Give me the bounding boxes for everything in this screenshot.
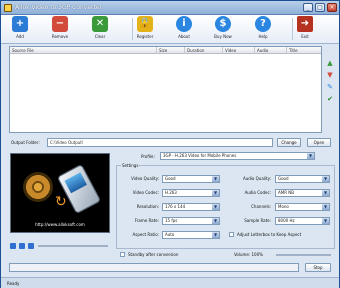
move-down-icon[interactable]: ▼	[326, 71, 334, 79]
standby-label: Standby after conversion	[128, 252, 179, 257]
chevron-down-icon: ▼	[212, 218, 219, 224]
standby-checkbox[interactable]	[120, 252, 125, 257]
column-source-file[interactable]: Source File	[10, 47, 157, 54]
register-button[interactable]: 🔒 Register	[132, 16, 156, 43]
options-row: Standby after conversion Volume: 100%	[116, 251, 335, 259]
column-title[interactable]: Title	[287, 47, 321, 54]
frame-rate-select[interactable]: 15 fps ▼	[162, 217, 220, 225]
clear-list-icon: ✕	[92, 16, 108, 32]
exit-button[interactable]: ➜ Exit	[292, 16, 316, 43]
chevron-down-icon: ▼	[212, 204, 219, 210]
website-url: http://www.alloksoft.com	[35, 222, 85, 227]
file-list[interactable]: Source File Size Duration Video Audio Ti…	[9, 46, 322, 133]
status-text: Ready	[7, 281, 20, 286]
add-button[interactable]: + Add	[9, 16, 31, 43]
audio-quality-label: Audio Quality:	[243, 176, 271, 181]
buy-icon: $	[215, 16, 231, 32]
clear-button[interactable]: ✕ Clear	[89, 16, 111, 43]
chevron-down-icon: ▼	[322, 176, 329, 182]
film-add-icon: +	[12, 16, 28, 32]
column-duration[interactable]: Duration	[185, 47, 223, 54]
audio-codec-label: Audio Codec:	[244, 190, 271, 195]
channels-label: Channels:	[251, 204, 271, 209]
keep-aspect-checkbox[interactable]	[229, 232, 234, 237]
audio-quality-select[interactable]: Good ▼	[275, 175, 330, 183]
film-reel-icon	[23, 172, 53, 202]
video-quality-label: Video Quality:	[131, 176, 159, 181]
stop-icon[interactable]	[28, 243, 34, 249]
settings-panel: Profile: 3GP - H.263 Video for Mobile Ph…	[116, 151, 335, 249]
help-icon: ?	[255, 16, 271, 32]
film-remove-icon: −	[52, 16, 68, 32]
progress-bar	[9, 263, 299, 272]
channels-select[interactable]: Mono ▼	[275, 203, 330, 211]
chevron-down-icon: ▼	[307, 153, 314, 159]
volume-slider[interactable]	[276, 254, 331, 256]
edit-icon[interactable]: ✎	[326, 83, 334, 91]
settings-caption: Settings	[121, 163, 140, 168]
toolbar: + Add − Remove ✕ Clear 🔒 Register i Abou…	[1, 15, 339, 44]
profile-label: Profile:	[141, 154, 155, 159]
progress-row: Stop	[9, 263, 335, 272]
app-window: Allok Video to 3GP Converter _ □ × + Add…	[0, 0, 340, 288]
preview-panel: ↻ http://www.alloksoft.com	[10, 153, 110, 233]
pause-icon[interactable]	[19, 243, 25, 249]
video-codec-label: Video Codec:	[132, 190, 159, 195]
chevron-down-icon: ▼	[322, 204, 329, 210]
buy-now-button[interactable]: $ Buy Now	[212, 16, 234, 43]
minimize-button[interactable]: _	[303, 3, 313, 12]
video-quality-select[interactable]: Good ▼	[162, 175, 220, 183]
seek-slider[interactable]	[38, 245, 108, 247]
resolution-select[interactable]: 176 x 144 ▼	[162, 203, 220, 211]
chevron-down-icon: ▼	[322, 190, 329, 196]
window-title: Allok Video to 3GP Converter	[15, 4, 103, 11]
output-folder-input[interactable]	[47, 138, 273, 147]
aspect-ratio-label: Aspect Ratio:	[132, 232, 159, 237]
help-button[interactable]: ? Help	[252, 16, 274, 43]
lock-icon: 🔒	[137, 16, 153, 32]
output-row: Output Folder: Change Open	[9, 138, 335, 148]
stop-button[interactable]: Stop	[305, 263, 331, 272]
change-button[interactable]: Change	[277, 138, 301, 147]
volume-label: Volume: 100%	[234, 252, 263, 257]
playback-controls	[10, 243, 110, 251]
video-codec-select[interactable]: H.263 ▼	[162, 189, 220, 197]
info-icon: i	[176, 16, 192, 32]
profile-select[interactable]: 3GP - H.263 Video for Mobile Phones ▼	[160, 152, 315, 160]
column-audio[interactable]: Audio	[255, 47, 287, 54]
convert-arrow-icon: ↻	[55, 194, 67, 210]
about-button[interactable]: i About	[173, 16, 195, 43]
output-folder-label: Output Folder:	[11, 140, 40, 145]
audio-codec-select[interactable]: AMR NB ▼	[275, 189, 330, 197]
chevron-down-icon: ▼	[322, 218, 329, 224]
aspect-ratio-select[interactable]: Auto ▼	[162, 231, 220, 239]
column-size[interactable]: Size	[157, 47, 185, 54]
open-button[interactable]: Open	[307, 138, 331, 147]
app-icon	[4, 4, 12, 12]
play-icon[interactable]	[10, 243, 16, 249]
chevron-down-icon: ▼	[212, 190, 219, 196]
sample-rate-select[interactable]: 8000 Hz ▼	[275, 217, 330, 225]
exit-door-icon: ➜	[297, 16, 313, 32]
resolution-label: Resolution:	[136, 204, 159, 209]
keep-aspect-label: Adjust Letterbox to Keep Aspect	[237, 232, 302, 237]
chevron-down-icon: ▼	[212, 232, 219, 238]
file-list-header: Source File Size Duration Video Audio Ti…	[10, 47, 321, 54]
move-up-icon[interactable]: ▲	[326, 59, 334, 67]
remove-button[interactable]: − Remove	[49, 16, 71, 43]
apply-icon[interactable]: ✔	[326, 95, 334, 103]
column-video[interactable]: Video	[223, 47, 255, 54]
maximize-button[interactable]: □	[315, 3, 325, 12]
sample-rate-label: Sample Rate:	[244, 218, 271, 223]
title-bar[interactable]: Allok Video to 3GP Converter _ □ ×	[1, 1, 339, 15]
frame-rate-label: Frame Rate:	[134, 218, 159, 223]
status-bar: Ready	[1, 277, 339, 288]
chevron-down-icon: ▼	[212, 176, 219, 182]
settings-group: Settings Video Quality: Good ▼ Video Code…	[116, 163, 335, 249]
close-button[interactable]: ×	[327, 3, 337, 12]
